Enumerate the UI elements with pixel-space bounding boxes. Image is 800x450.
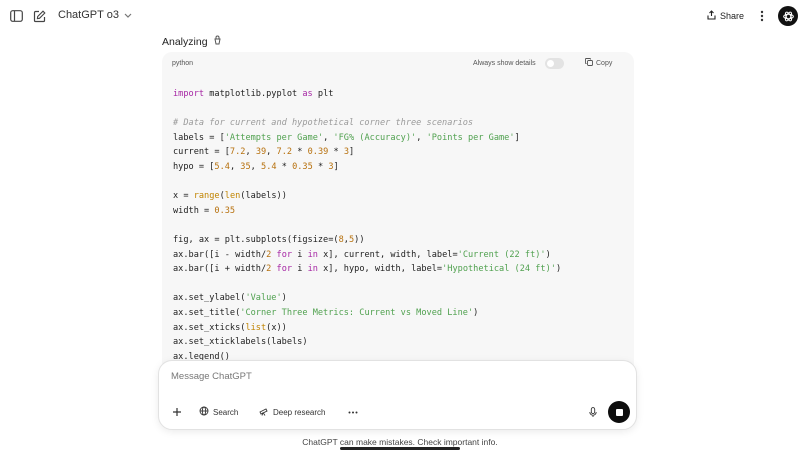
stop-icon [615, 408, 623, 416]
telescope-icon [259, 406, 269, 418]
code-block-header: python Always show details Copy [162, 52, 634, 76]
atom-icon [213, 35, 222, 48]
globe-icon [199, 406, 209, 418]
analyzing-label: Analyzing [162, 35, 208, 48]
share-label: Share [720, 11, 745, 21]
openai-logo-icon[interactable] [778, 6, 798, 26]
always-show-details-toggle[interactable] [545, 58, 564, 69]
share-icon [707, 10, 716, 22]
share-button[interactable]: Share [703, 6, 748, 26]
deep-research-button[interactable]: Deep research [259, 404, 325, 420]
new-chat-icon[interactable] [31, 8, 47, 24]
always-show-details-label: Always show details [473, 60, 536, 67]
search-label: Search [213, 407, 239, 417]
stop-button[interactable] [608, 401, 630, 423]
chevron-down-icon [124, 9, 132, 21]
model-name: ChatGPT o3 [58, 9, 119, 21]
copy-label: Copy [596, 59, 613, 67]
message-composer: Search Deep research [158, 360, 637, 430]
more-icon[interactable] [757, 8, 767, 24]
code-language-label: python [172, 60, 194, 67]
sidebar-toggle-icon[interactable] [8, 8, 24, 24]
deep-research-label: Deep research [273, 407, 326, 417]
code-content: import matplotlib.pyplot as plt # Data f… [173, 89, 562, 362]
model-selector[interactable]: ChatGPT o3 [58, 9, 132, 21]
analyzing-status[interactable]: Analyzing [162, 35, 222, 48]
top-bar: ChatGPT o3 Share [0, 0, 800, 32]
copy-icon [585, 58, 593, 68]
plus-icon[interactable] [171, 405, 183, 419]
message-input[interactable] [171, 367, 611, 385]
more-tools-icon[interactable] [347, 404, 359, 420]
search-button[interactable]: Search [199, 404, 238, 420]
copy-button[interactable]: Copy [585, 58, 612, 68]
mic-icon[interactable] [587, 405, 599, 419]
code-block: python Always show details Copy import m… [162, 52, 634, 372]
toggle-knob [547, 60, 554, 67]
disclaimer-text: ChatGPT can make mistakes. Check importa… [302, 437, 498, 447]
